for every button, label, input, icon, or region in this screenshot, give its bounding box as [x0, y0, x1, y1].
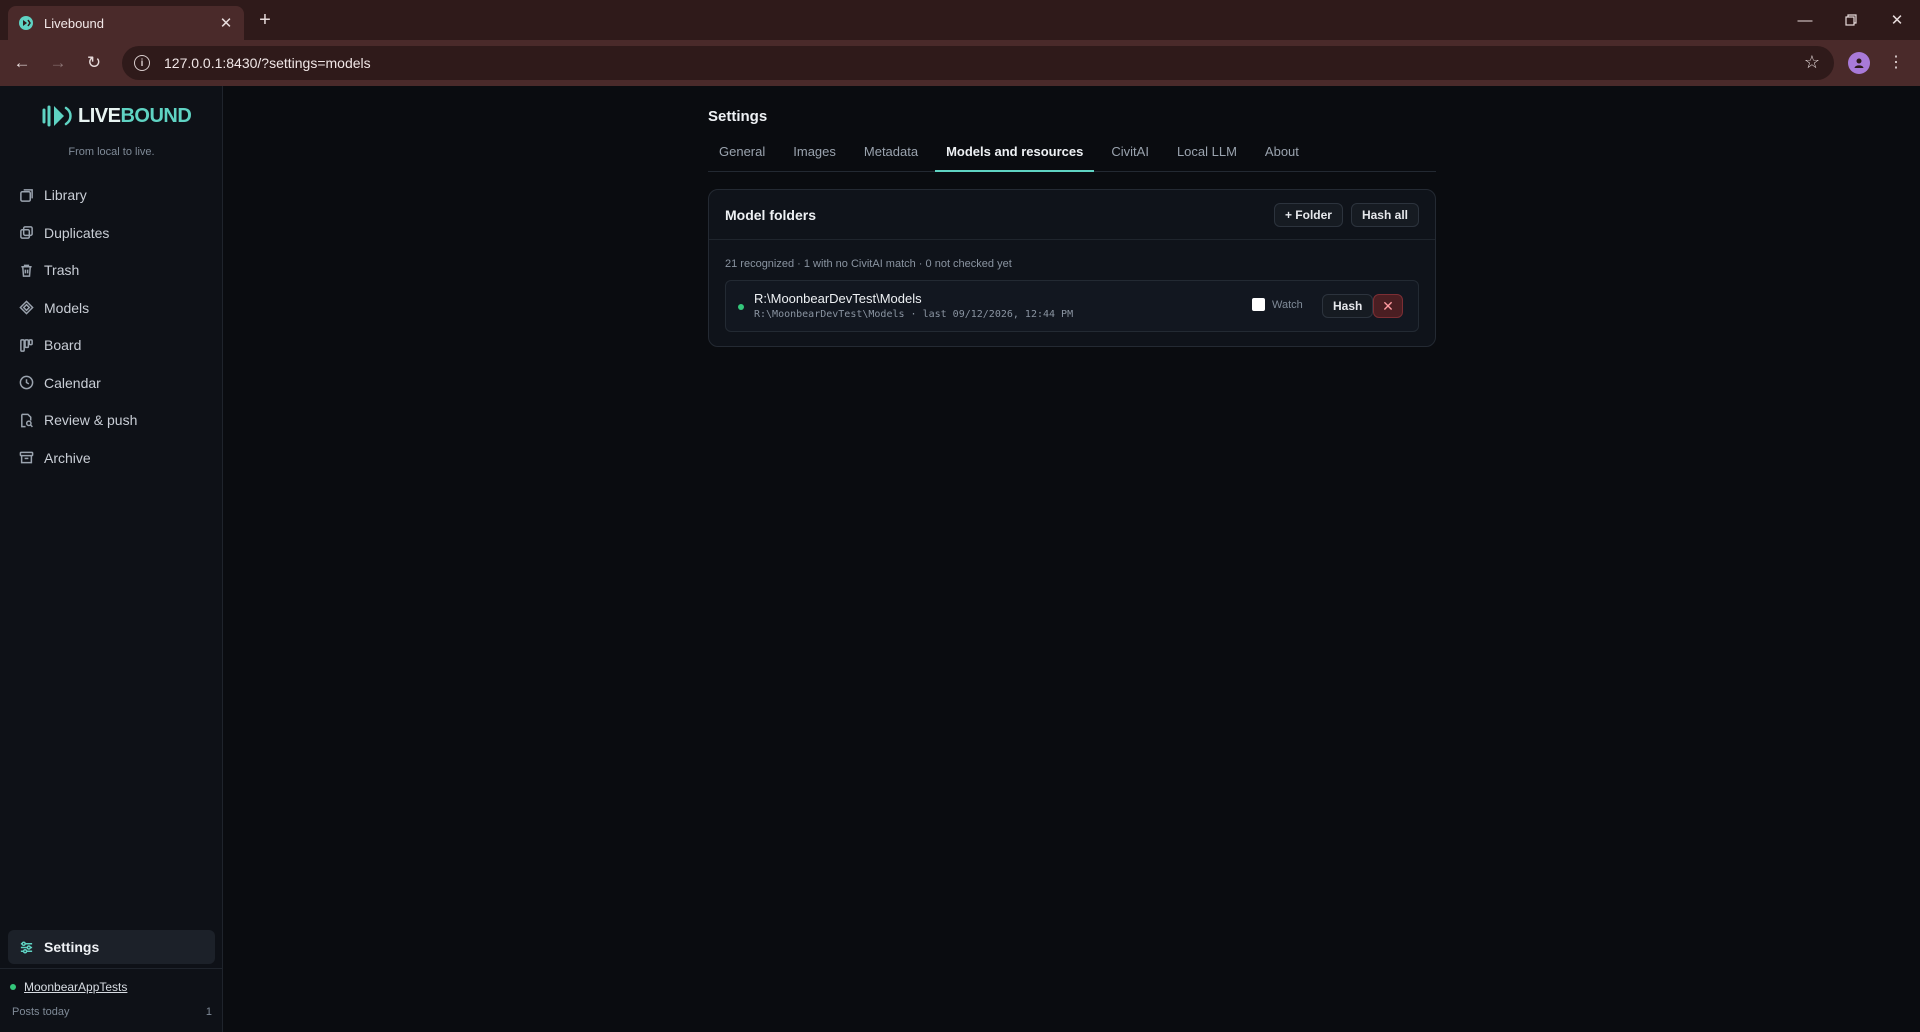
account-name[interactable]: MoonbearAppTests — [24, 980, 127, 994]
sidebar-item-duplicates[interactable]: Duplicates — [8, 218, 215, 248]
account-status-dot — [10, 984, 16, 990]
model-stats-summary: 21 recognized · 1 with no CivitAI match … — [725, 258, 1012, 270]
close-icon: ✕ — [1382, 297, 1394, 314]
sidebar-item-label: Review & push — [44, 412, 138, 428]
sidebar-item-label: Models — [44, 299, 90, 316]
sidebar-nav: Library Duplicates Trash Models Board Ca… — [8, 180, 215, 480]
app-root: LIVEBOUND From local to live. Library Du… — [0, 86, 1920, 1032]
sidebar-item-archive[interactable]: Archive — [8, 443, 215, 473]
url-text: 127.0.0.1:8430/?settings=models — [164, 55, 371, 71]
folder-status-dot — [738, 304, 744, 310]
site-info-icon[interactable]: i — [134, 55, 150, 71]
models-icon — [18, 300, 34, 316]
browser-toolbar: ← → ↻ i 127.0.0.1:8430/?settings=models … — [0, 40, 1920, 86]
sidebar-item-label: Trash — [44, 262, 80, 278]
sidebar-item-settings[interactable]: Settings — [8, 930, 215, 964]
minimize-icon[interactable]: — — [1782, 0, 1828, 40]
restore-icon[interactable] — [1828, 0, 1874, 40]
brand-tagline: From local to live. — [68, 146, 155, 158]
sidebar-item-library[interactable]: Library — [8, 180, 215, 210]
tab-civitai[interactable]: CivitAI — [1100, 132, 1160, 172]
settings-tabs: General Images Metadata Models and resou… — [708, 132, 1436, 172]
model-folders-header: Model folders + Folder Hash all — [709, 190, 1435, 240]
back-icon[interactable]: ← — [10, 51, 34, 75]
watch-toggle[interactable]: Watch — [1252, 298, 1303, 311]
brand-logo[interactable]: LIVEBOUND — [42, 102, 192, 130]
tab-about[interactable]: About — [1254, 132, 1310, 172]
sidebar-item-label: Library — [44, 187, 87, 203]
hash-folder-button[interactable]: Hash — [1322, 294, 1374, 318]
sidebar-item-trash[interactable]: Trash — [8, 255, 215, 285]
library-icon — [18, 187, 34, 203]
posts-today-count: 1 — [205, 1006, 212, 1018]
model-folders-card: Model folders + Folder Hash all 21 recog… — [708, 189, 1436, 347]
browser-menu-icon[interactable]: ⋮ — [1886, 52, 1906, 74]
sidebar-item-label: Duplicates — [44, 224, 110, 241]
tab-metadata[interactable]: Metadata — [853, 132, 929, 172]
browser-titlebar: Livebound ✕ + — ✕ — [0, 0, 1920, 40]
livebound-logo-icon — [42, 105, 72, 127]
account-switcher[interactable]: MoonbearAppTests — [10, 980, 127, 994]
calendar-icon — [18, 375, 34, 391]
duplicates-icon — [18, 225, 34, 241]
posts-today-label: Posts today — [12, 1006, 70, 1018]
close-tab-icon[interactable]: ✕ — [218, 14, 234, 32]
review-icon — [18, 412, 34, 428]
sidebar-item-label: Calendar — [44, 374, 101, 391]
profile-avatar-icon[interactable] — [1848, 52, 1870, 74]
address-bar[interactable]: i 127.0.0.1:8430/?settings=models ☆ — [122, 46, 1834, 80]
tab-title: Livebound — [44, 15, 104, 31]
tab-general[interactable]: General — [708, 132, 776, 172]
remove-folder-button[interactable]: ✕ — [1373, 294, 1403, 318]
watch-checkbox[interactable] — [1252, 298, 1265, 311]
bookmark-star-icon[interactable]: ☆ — [1804, 52, 1820, 73]
folder-detail: R:\MoonbearDevTest\Models · last 09/12/2… — [754, 309, 1074, 320]
main-content: Settings General Images Metadata Models … — [224, 86, 1920, 1032]
browser-tab[interactable]: Livebound ✕ — [8, 6, 244, 40]
board-icon — [18, 337, 34, 353]
posts-today: Posts today 1 — [12, 1006, 212, 1018]
new-tab-icon[interactable]: + — [254, 9, 276, 31]
sidebar-item-models[interactable]: Models — [8, 293, 215, 323]
sidebar-item-board[interactable]: Board — [8, 330, 215, 360]
archive-icon — [18, 450, 34, 466]
tab-images[interactable]: Images — [782, 132, 847, 172]
tab-models-and-resources[interactable]: Models and resources — [935, 132, 1095, 172]
livebound-favicon-icon — [18, 15, 34, 31]
model-folders-heading: Model folders — [725, 206, 817, 223]
list-item: R:\MoonbearDevTest\Models R:\MoonbearDev… — [725, 280, 1419, 332]
watch-label: Watch — [1272, 298, 1303, 311]
hash-all-button[interactable]: Hash all — [1350, 202, 1419, 227]
sidebar-divider — [0, 968, 223, 969]
folder-name: R:\MoonbearDevTest\Models — [754, 291, 922, 306]
sidebar-item-review-push[interactable]: Review & push — [8, 405, 215, 435]
sidebar-item-label: Archive — [44, 449, 91, 466]
forward-icon[interactable]: → — [46, 51, 70, 75]
sidebar-item-calendar[interactable]: Calendar — [8, 368, 215, 398]
trash-icon — [18, 262, 34, 278]
add-folder-button[interactable]: + Folder — [1273, 202, 1343, 227]
page-title: Settings — [708, 108, 768, 125]
sidebar-item-label: Settings — [44, 939, 100, 955]
brand-name: LIVEBOUND — [78, 104, 192, 127]
close-window-icon[interactable]: ✕ — [1874, 0, 1920, 40]
sidebar: LIVEBOUND From local to live. Library Du… — [0, 86, 223, 1032]
tab-local-llm[interactable]: Local LLM — [1166, 132, 1248, 172]
reload-icon[interactable]: ↻ — [82, 51, 106, 75]
sidebar-item-label: Board — [44, 337, 82, 353]
settings-sliders-icon — [18, 939, 34, 955]
